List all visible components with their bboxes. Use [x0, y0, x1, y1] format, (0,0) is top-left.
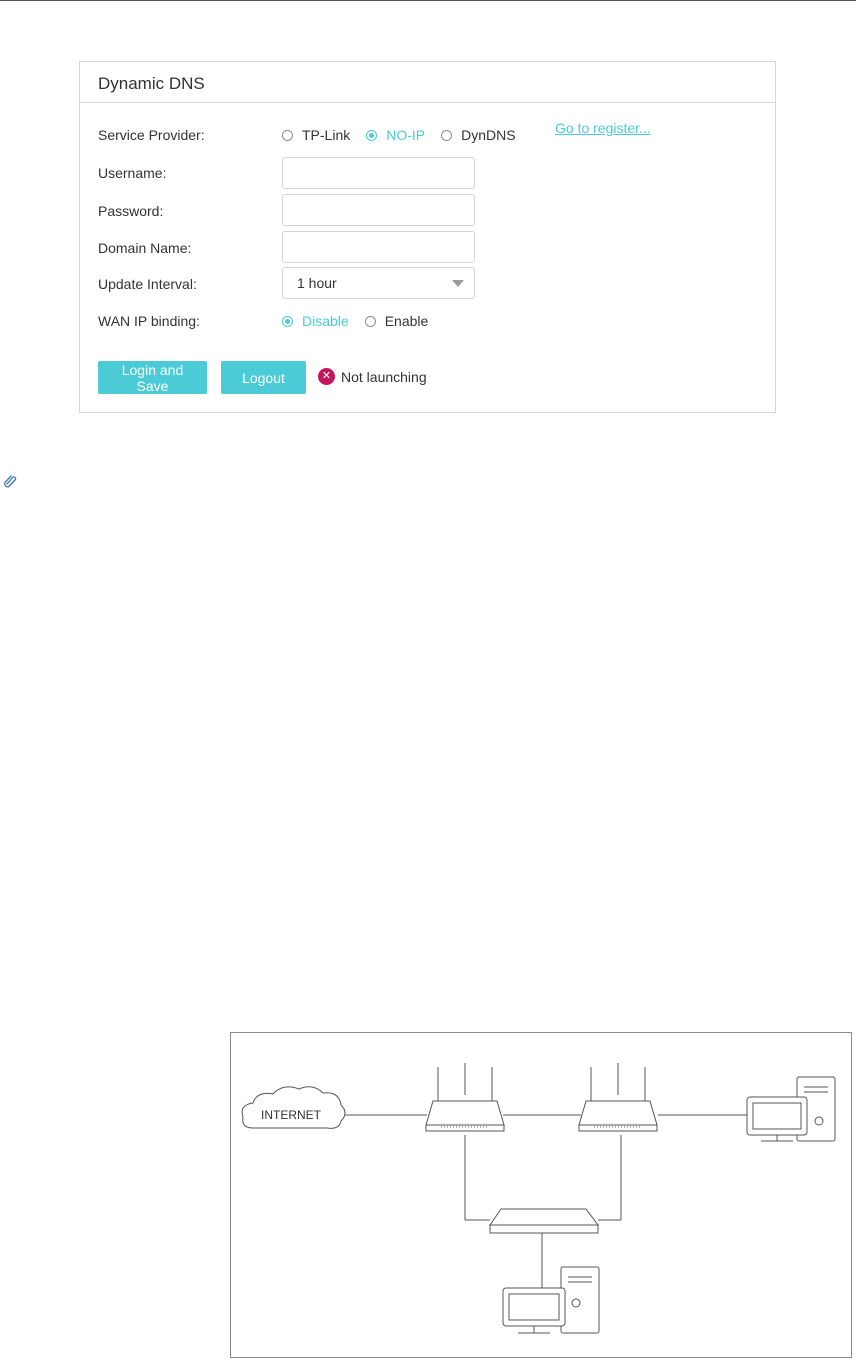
radio-dyndns[interactable]: DynDNS	[441, 127, 516, 143]
top-rule	[0, 0, 856, 1]
password-label: Password:	[98, 203, 164, 219]
domain-name-label: Domain Name:	[98, 240, 192, 256]
update-interval-label: Update Interval:	[98, 276, 197, 292]
service-provider-radio-group: TP-Link NO-IP DynDNS	[282, 127, 532, 143]
radio-label: DynDNS	[461, 127, 516, 143]
paperclip-icon	[4, 475, 17, 488]
radio-disable[interactable]: Disable	[282, 313, 349, 329]
panel-title: Dynamic DNS	[98, 74, 205, 93]
username-input[interactable]	[282, 157, 475, 189]
radio-circle-icon	[364, 315, 376, 327]
wan-ip-binding-label: WAN IP binding:	[98, 313, 200, 329]
radio-label: Enable	[384, 313, 429, 329]
logout-button[interactable]: Logout	[221, 361, 306, 394]
radio-label: Disable	[302, 313, 349, 329]
go-to-register-link[interactable]: Go to register...	[555, 120, 651, 136]
switch-icon	[489, 1208, 599, 1234]
radio-circle-icon	[441, 129, 453, 141]
service-provider-label: Service Provider:	[98, 127, 205, 143]
network-diagram: INTERNET	[230, 1032, 852, 1358]
radio-circle-icon	[366, 129, 378, 141]
login-and-save-button[interactable]: Login and Save	[98, 361, 207, 394]
update-interval-value: 1 hour	[297, 275, 337, 291]
internet-label: INTERNET	[261, 1108, 322, 1122]
radio-label: TP-Link	[302, 127, 351, 143]
dynamic-dns-panel: Dynamic DNS Service Provider: TP-Link NO…	[79, 61, 776, 413]
domain-name-input[interactable]	[282, 231, 475, 263]
network-diagram-svg: INTERNET	[241, 1063, 836, 1334]
wan-ip-binding-radio-group: Disable Enable	[282, 313, 444, 329]
chevron-down-icon	[452, 280, 464, 287]
error-x-icon: ✕	[318, 368, 335, 385]
desktop-computer-icon	[502, 1266, 600, 1334]
username-label: Username:	[98, 165, 167, 181]
desktop-computer-icon	[746, 1076, 836, 1142]
password-input[interactable]	[282, 194, 475, 226]
status-text: Not launching	[341, 368, 427, 385]
update-interval-select[interactable]: 1 hour	[282, 267, 475, 299]
radio-tp-link[interactable]: TP-Link	[282, 127, 350, 143]
router-icon	[425, 1063, 505, 1132]
radio-circle-icon	[282, 129, 293, 141]
router-icon	[578, 1063, 658, 1132]
radio-no-ip[interactable]: NO-IP	[366, 127, 425, 143]
status-indicator: ✕ Not launching	[318, 368, 427, 385]
radio-label: NO-IP	[386, 127, 426, 143]
radio-enable[interactable]: Enable	[364, 313, 429, 329]
panel-divider	[80, 102, 775, 103]
radio-circle-icon	[282, 315, 293, 327]
